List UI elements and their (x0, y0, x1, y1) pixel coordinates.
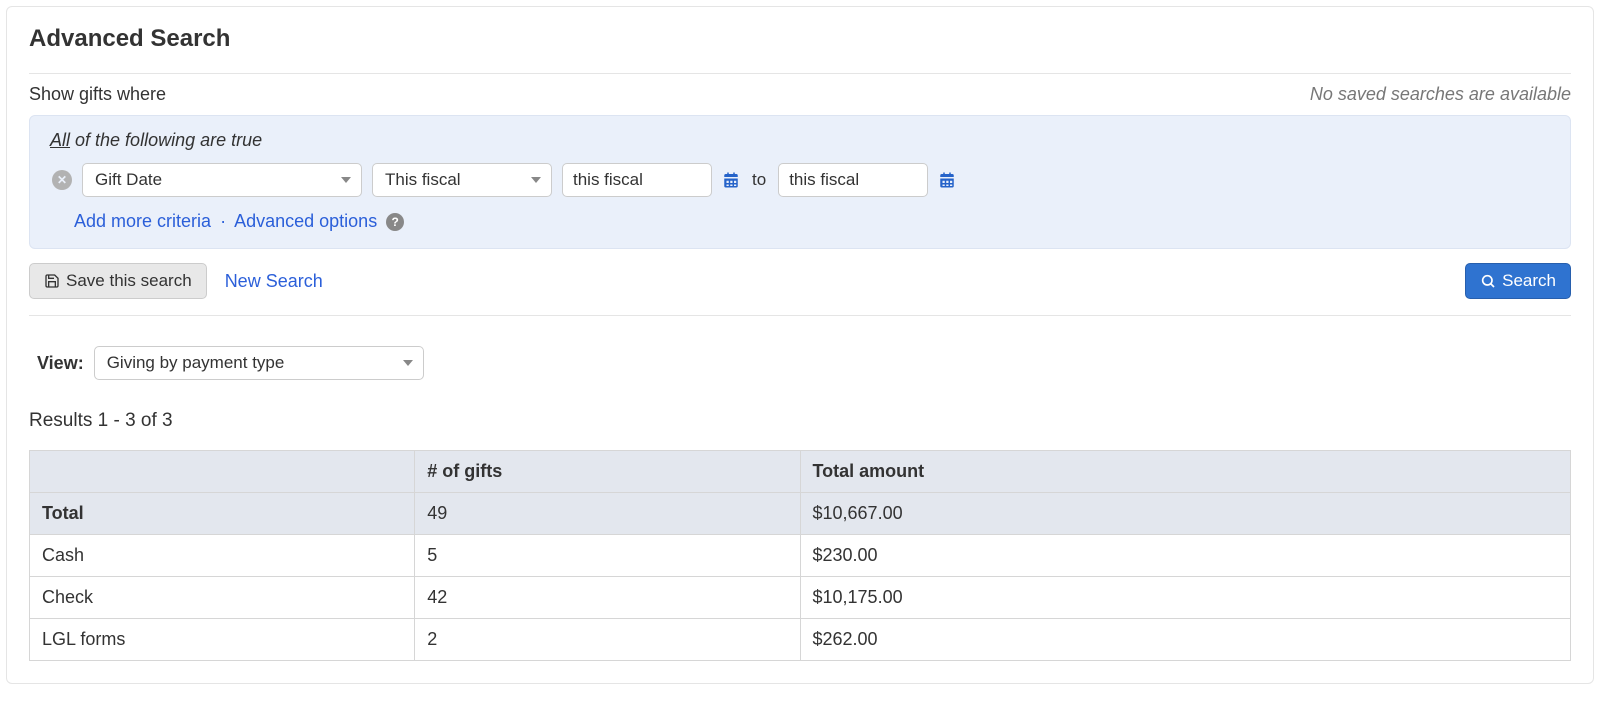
show-gifts-where-label: Show gifts where (29, 84, 166, 105)
criteria-rule-label: All of the following are true (50, 130, 1550, 151)
calendar-icon[interactable] (722, 171, 740, 189)
date-from-input[interactable] (562, 163, 712, 197)
advanced-options-link[interactable]: Advanced options (234, 211, 377, 231)
row-amount: $230.00 (800, 535, 1571, 577)
row-count: 42 (415, 577, 800, 619)
save-search-button[interactable]: Save this search (29, 263, 207, 299)
add-criteria-link[interactable]: Add more criteria (74, 211, 211, 231)
table-header-row: # of gifts Total amount (30, 451, 1571, 493)
results-table: # of gifts Total amount Total 49 $10,667… (29, 450, 1571, 661)
save-icon (44, 273, 60, 289)
table-row: LGL forms 2 $262.00 (30, 619, 1571, 661)
new-search-link[interactable]: New Search (225, 271, 323, 292)
title-divider (29, 73, 1571, 74)
table-row: Cash 5 $230.00 (30, 535, 1571, 577)
link-separator: · (220, 211, 226, 231)
criteria-rule-all[interactable]: All (50, 130, 70, 150)
row-amount: $262.00 (800, 619, 1571, 661)
total-amount: $10,667.00 (800, 493, 1571, 535)
date-to-input[interactable] (778, 163, 928, 197)
page-title: Advanced Search (29, 25, 1571, 65)
row-label: Cash (30, 535, 415, 577)
total-count: 49 (415, 493, 800, 535)
view-select[interactable]: Giving by payment type (94, 346, 424, 380)
chevron-down-icon (341, 177, 351, 183)
remove-criteria-button[interactable]: ✕ (52, 170, 72, 190)
column-header-count: # of gifts (415, 451, 800, 493)
no-saved-searches-text: No saved searches are available (1310, 84, 1571, 105)
total-label: Total (30, 493, 415, 535)
search-button-label: Search (1502, 271, 1556, 291)
chevron-down-icon (531, 177, 541, 183)
chevron-down-icon (403, 360, 413, 366)
view-select-value: Giving by payment type (107, 353, 285, 373)
criteria-field-select[interactable]: Gift Date (82, 163, 362, 197)
row-count: 2 (415, 619, 800, 661)
criteria-panel: All of the following are true ✕ Gift Dat… (29, 115, 1571, 249)
criteria-field-value: Gift Date (95, 170, 162, 190)
row-amount: $10,175.00 (800, 577, 1571, 619)
column-header-amount: Total amount (800, 451, 1571, 493)
save-search-label: Save this search (66, 271, 192, 291)
date-to-label: to (750, 170, 768, 190)
results-count-text: Results 1 - 3 of 3 (29, 410, 1571, 432)
view-label: View: (37, 353, 84, 374)
search-icon (1480, 273, 1496, 289)
close-icon: ✕ (57, 173, 67, 187)
table-total-row: Total 49 $10,667.00 (30, 493, 1571, 535)
column-header-type (30, 451, 415, 493)
criteria-range-value: This fiscal (385, 170, 461, 190)
row-label: LGL forms (30, 619, 415, 661)
calendar-icon[interactable] (938, 171, 956, 189)
table-row: Check 42 $10,175.00 (30, 577, 1571, 619)
help-icon[interactable]: ? (386, 213, 404, 231)
criteria-rule-rest: of the following are true (70, 130, 262, 150)
search-button[interactable]: Search (1465, 263, 1571, 299)
row-count: 5 (415, 535, 800, 577)
criteria-range-select[interactable]: This fiscal (372, 163, 552, 197)
row-label: Check (30, 577, 415, 619)
